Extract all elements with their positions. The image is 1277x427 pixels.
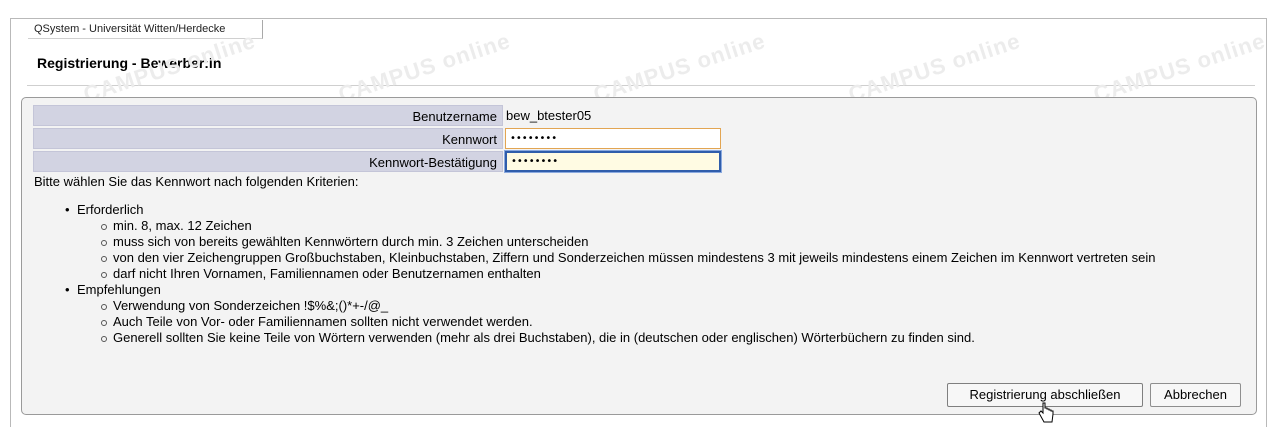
password-row: Kennwort — [33, 128, 721, 149]
cancel-button[interactable]: Abbrechen — [1150, 383, 1241, 407]
hand-pointer-icon — [1038, 402, 1054, 423]
list-item: darf nicht Ihren Vornamen, Familiennamen… — [101, 266, 1156, 282]
confirm-password-input[interactable] — [505, 151, 721, 172]
list-item: Generell sollten Sie keine Teile von Wör… — [101, 330, 1156, 346]
username-value: bew_btester05 — [506, 108, 592, 123]
list-item: Auch Teile von Vor- oder Familiennamen s… — [101, 314, 1156, 330]
criteria-group-recommended: Empfehlungen Verwendung von Sonderzeiche… — [65, 282, 1156, 346]
list-item: min. 8, max. 12 Zeichen — [101, 218, 1156, 234]
page-header: Registrierung - Bewerber:in — [27, 39, 1255, 86]
registration-form: Benutzername bew_btester05 Kennwort Kenn… — [33, 105, 721, 174]
page-title: Registrierung - Bewerber:in — [37, 55, 222, 71]
list-item: muss sich von bereits gewählten Kennwört… — [101, 234, 1156, 250]
list-item: Verwendung von Sonderzeichen !$%&;()*+-/… — [101, 298, 1156, 314]
criteria-list: Erforderlich min. 8, max. 12 Zeichen mus… — [65, 202, 1156, 346]
criteria-group-required: Erforderlich min. 8, max. 12 Zeichen mus… — [65, 202, 1156, 282]
password-label: Kennwort — [33, 128, 503, 149]
criteria-group-title: Erforderlich — [77, 202, 144, 217]
password-input[interactable] — [505, 128, 721, 149]
tab-qsystem[interactable]: QSystem - Universität Witten/Herdecke — [28, 20, 263, 39]
criteria-intro: Bitte wählen Sie das Kennwort nach folge… — [34, 174, 359, 189]
username-row: Benutzername bew_btester05 — [33, 105, 721, 126]
username-label: Benutzername — [33, 105, 503, 126]
registration-panel: Benutzername bew_btester05 Kennwort Kenn… — [21, 97, 1257, 415]
confirm-label: Kennwort-Bestätigung — [33, 151, 503, 172]
confirm-row: Kennwort-Bestätigung — [33, 151, 721, 172]
list-item: von den vier Zeichengruppen Großbuchstab… — [101, 250, 1156, 265]
criteria-group-title: Empfehlungen — [77, 282, 161, 297]
